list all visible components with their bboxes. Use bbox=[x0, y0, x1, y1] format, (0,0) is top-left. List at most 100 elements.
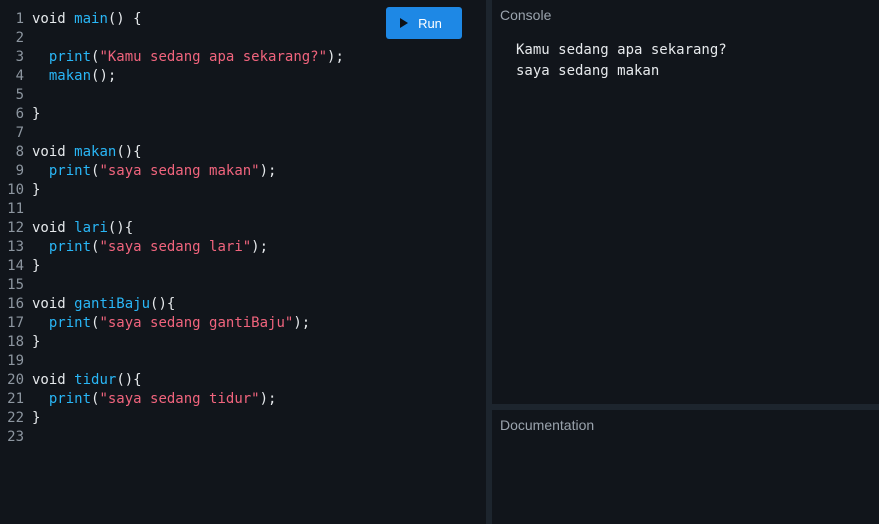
line-number: 2 bbox=[15, 30, 24, 46]
line-number: 15 bbox=[7, 277, 24, 293]
code-line[interactable]: 9 print("saya sedang makan"); bbox=[0, 162, 344, 181]
code-text[interactable]: print("saya sedang makan"); bbox=[32, 162, 277, 181]
code-token: ); bbox=[259, 163, 277, 179]
code-token-string: "saya sedang tidur" bbox=[99, 391, 260, 407]
code-line[interactable]: 18} bbox=[0, 333, 344, 352]
console-output: Kamu sedang apa sekarang? saya sedang ma… bbox=[516, 42, 727, 79]
code-token: ); bbox=[293, 315, 311, 331]
code-line[interactable]: 17 print("saya sedang gantiBaju"); bbox=[0, 314, 344, 333]
line-number: 10 bbox=[7, 182, 24, 198]
code-line[interactable]: 10} bbox=[0, 181, 344, 200]
code-line[interactable]: 1 void main() { bbox=[0, 10, 344, 29]
code-text[interactable]: void gantiBaju(){ bbox=[32, 295, 175, 314]
code-token: void bbox=[32, 11, 75, 27]
code-text[interactable]: } bbox=[32, 333, 40, 352]
run-label: Run bbox=[418, 15, 442, 31]
code-line[interactable]: 12 void lari(){ bbox=[0, 219, 344, 238]
line-number: 14 bbox=[7, 258, 24, 274]
code-text[interactable]: print("Kamu sedang apa sekarang?"); bbox=[32, 48, 344, 67]
code-token-function: main bbox=[74, 11, 108, 27]
code-line[interactable]: 5 bbox=[0, 86, 344, 105]
code-token-string: "saya sedang lari" bbox=[99, 239, 252, 255]
code-text[interactable]: } bbox=[32, 105, 40, 124]
line-number: 1 bbox=[15, 11, 24, 27]
documentation-panel: Documentation bbox=[492, 410, 879, 524]
dartpad-app: 1 void main() {2 3 print("Kamu sedang apa … bbox=[0, 0, 879, 524]
code-token: () { bbox=[107, 11, 142, 27]
code-token-function: print bbox=[48, 391, 92, 407]
code-token: void bbox=[32, 372, 75, 388]
code-token: } bbox=[32, 410, 41, 426]
line-number: 17 bbox=[7, 315, 24, 331]
code-editor[interactable]: 1 void main() {2 3 print("Kamu sedang apa … bbox=[0, 0, 486, 524]
code-line[interactable]: 6} bbox=[0, 105, 344, 124]
code-token-function: print bbox=[48, 49, 92, 65]
console-title: Console bbox=[500, 7, 552, 23]
code-line[interactable]: 20 void tidur(){ bbox=[0, 371, 344, 390]
line-number: 13 bbox=[7, 239, 24, 255]
code-line[interactable]: 22} bbox=[0, 409, 344, 428]
code-token-function: gantiBaju bbox=[74, 296, 151, 312]
code-token: (){ bbox=[107, 220, 134, 236]
code-text[interactable]: void tidur(){ bbox=[32, 371, 142, 390]
run-button[interactable]: Run bbox=[386, 7, 462, 39]
code-line[interactable]: 23 bbox=[0, 428, 344, 447]
code-token-function: print bbox=[48, 239, 92, 255]
documentation-title: Documentation bbox=[500, 417, 595, 433]
code-token: void bbox=[32, 220, 75, 236]
code-token: } bbox=[32, 106, 41, 122]
code-line[interactable]: 8 void makan(){ bbox=[0, 143, 344, 162]
code-line[interactable]: 19 bbox=[0, 352, 344, 371]
code-token: (); bbox=[91, 68, 117, 84]
code-token: } bbox=[32, 258, 41, 274]
line-number: 4 bbox=[15, 68, 24, 84]
line-number: 16 bbox=[7, 296, 24, 312]
code-token: void bbox=[32, 296, 75, 312]
line-number: 5 bbox=[15, 87, 24, 103]
code-line[interactable]: 16 void gantiBaju(){ bbox=[0, 295, 344, 314]
code-text[interactable]: } bbox=[32, 257, 40, 276]
code-token-string: "saya sedang gantiBaju" bbox=[99, 315, 294, 331]
code-line[interactable]: 7 bbox=[0, 124, 344, 143]
line-number: 18 bbox=[7, 334, 24, 350]
code-token-function: tidur bbox=[74, 372, 117, 388]
code-text[interactable]: void main() { bbox=[32, 10, 142, 29]
code-line[interactable]: 21 print("saya sedang tidur"); bbox=[0, 390, 344, 409]
code-token: (){ bbox=[116, 372, 142, 388]
code-token: ); bbox=[327, 49, 344, 65]
code-line[interactable]: 2 bbox=[0, 29, 344, 48]
code-text[interactable]: print("saya sedang tidur"); bbox=[32, 390, 277, 409]
line-number: 21 bbox=[7, 391, 24, 407]
line-number: 23 bbox=[7, 429, 24, 445]
code-text[interactable]: void makan(){ bbox=[32, 143, 142, 162]
line-number: 6 bbox=[15, 106, 24, 122]
code-token: ); bbox=[259, 391, 277, 407]
code-text[interactable]: makan(); bbox=[32, 67, 116, 86]
line-number: 9 bbox=[15, 163, 24, 179]
code-token: ); bbox=[251, 239, 269, 255]
line-number: 20 bbox=[7, 372, 24, 388]
code-line[interactable]: 3 print("Kamu sedang apa sekarang?"); bbox=[0, 48, 344, 67]
code-token-string: "saya sedang makan" bbox=[99, 163, 260, 179]
code-line[interactable]: 14} bbox=[0, 257, 344, 276]
code-text[interactable]: void lari(){ bbox=[32, 219, 133, 238]
code-line[interactable]: 4 makan(); bbox=[0, 67, 344, 86]
code-text[interactable]: } bbox=[32, 181, 40, 200]
code-token: (){ bbox=[150, 296, 176, 312]
code-token: } bbox=[32, 182, 41, 198]
code-text[interactable]: } bbox=[32, 409, 40, 428]
code-token-function: makan bbox=[74, 144, 117, 160]
code-text[interactable]: print("saya sedang gantiBaju"); bbox=[32, 314, 310, 333]
code-text[interactable]: print("saya sedang lari"); bbox=[32, 238, 268, 257]
code-line[interactable]: 11 bbox=[0, 200, 344, 219]
code-line[interactable]: 15 bbox=[0, 276, 344, 295]
code-line[interactable]: 13 print("saya sedang lari"); bbox=[0, 238, 344, 257]
code-lines[interactable]: 1 void main() {2 3 print("Kamu sedang apa … bbox=[0, 10, 344, 447]
code-token-function: lari bbox=[74, 220, 108, 236]
code-token: (){ bbox=[116, 144, 142, 160]
